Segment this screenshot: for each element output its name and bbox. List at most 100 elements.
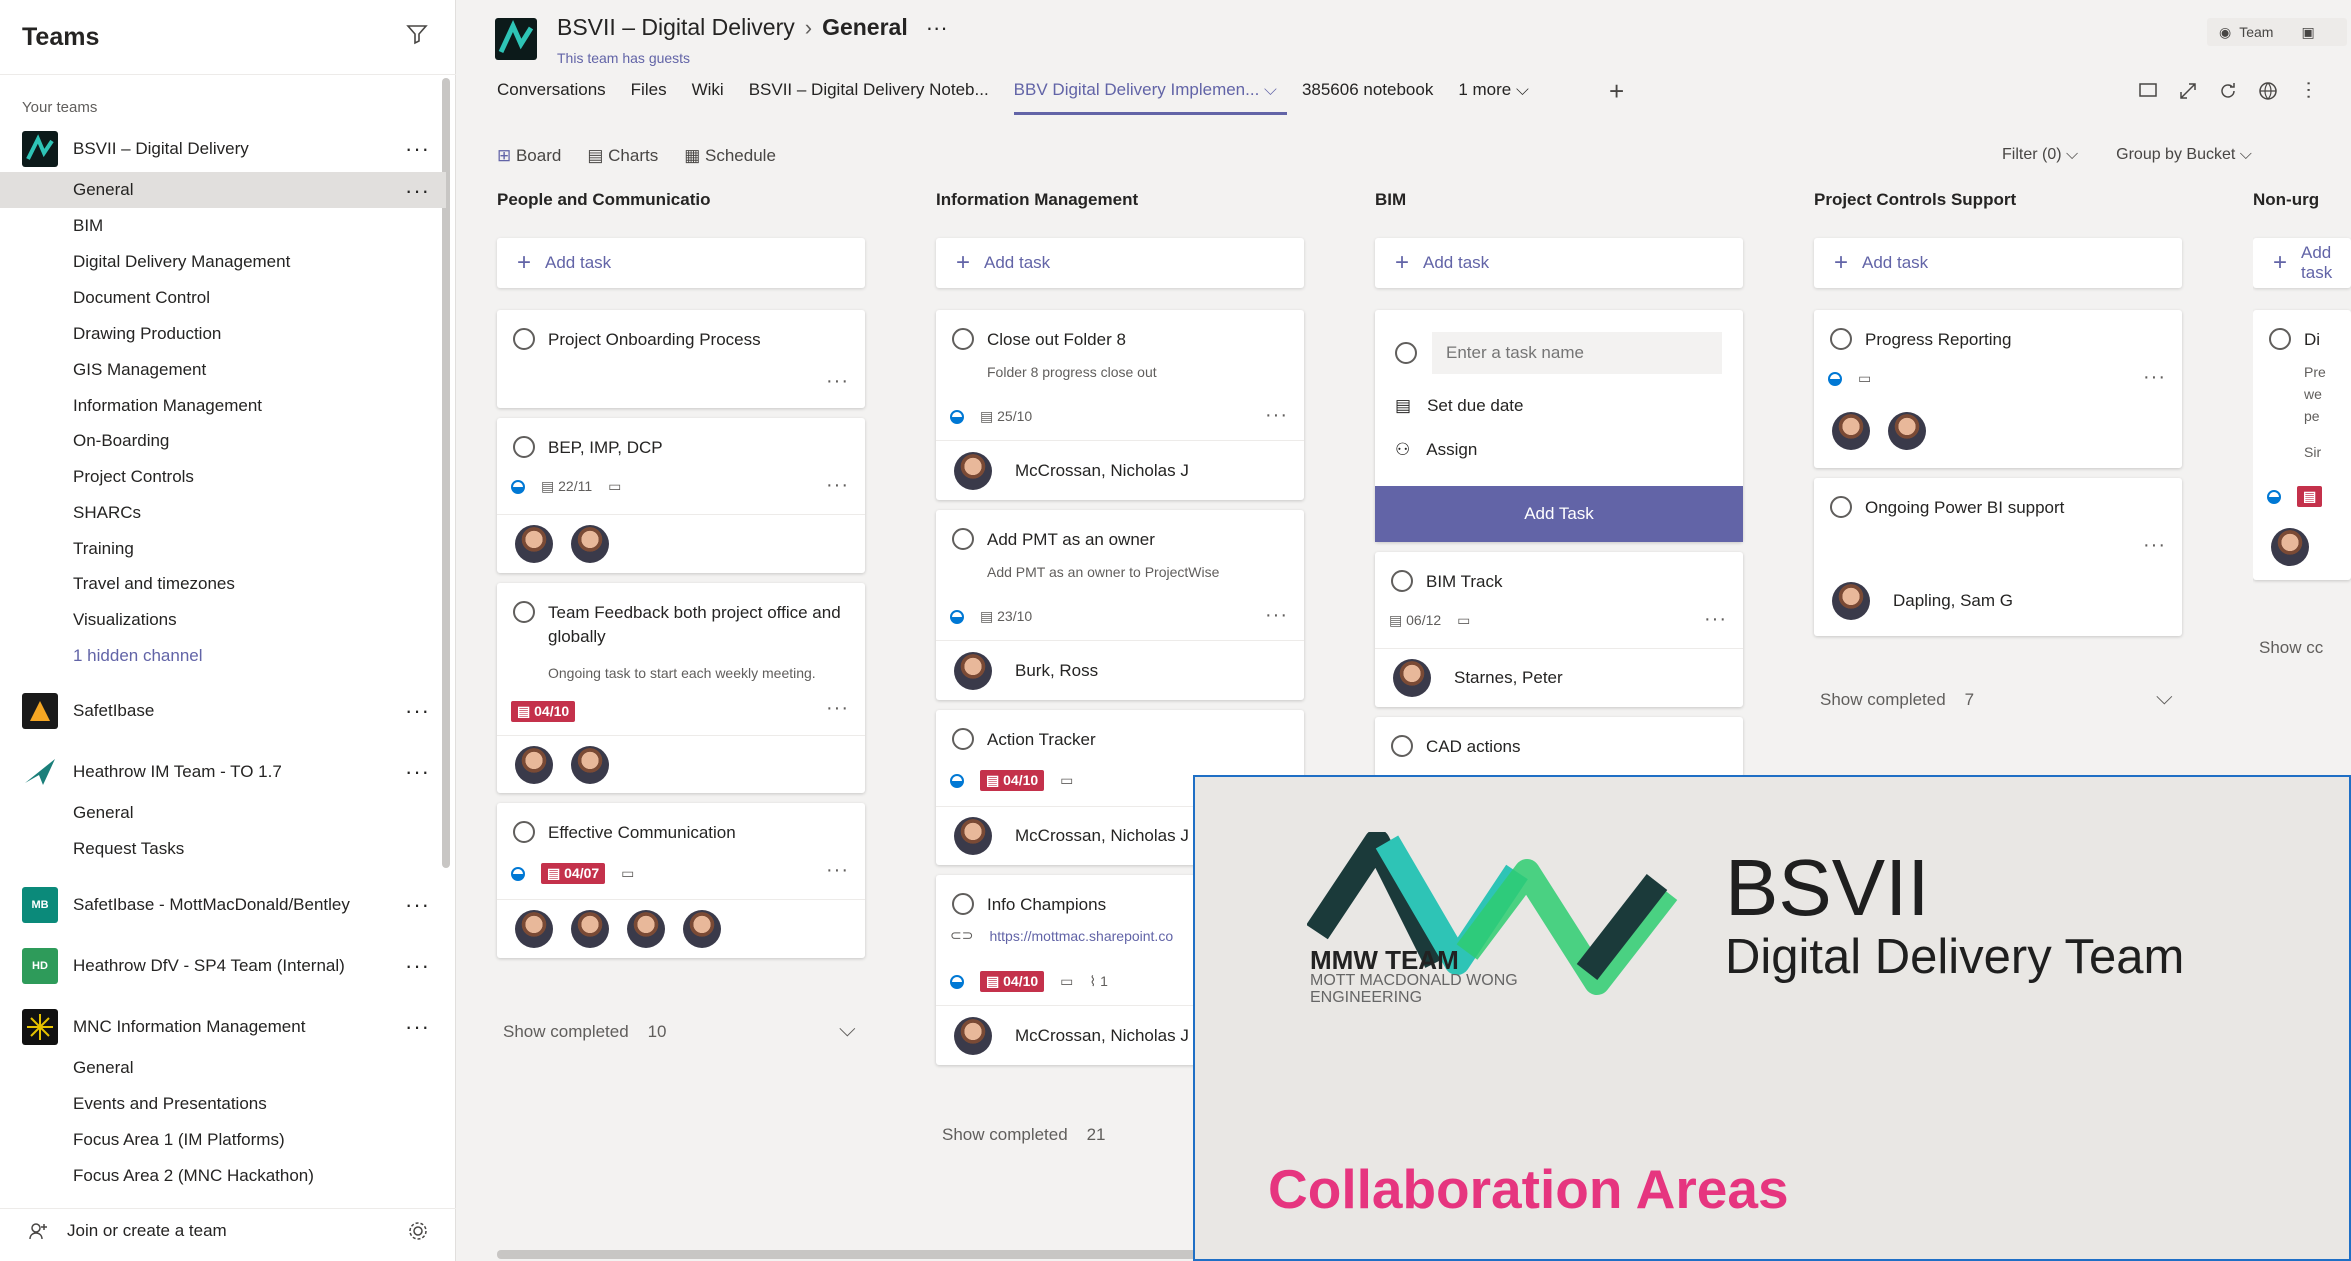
channel-general[interactable]: General xyxy=(73,803,133,823)
team-heathrow-im[interactable]: Heathrow IM Team - TO 1.7 ··· xyxy=(0,753,446,791)
channel-general[interactable]: General xyxy=(73,180,133,200)
join-team-bar[interactable]: Join or create a team xyxy=(0,1208,456,1252)
more-options-icon[interactable]: ··· xyxy=(405,700,430,722)
tab-385606-notebook[interactable]: 385606 notebook xyxy=(1302,80,1433,110)
tab-notebook[interactable]: BSVII – Digital Delivery Noteb... xyxy=(749,80,989,110)
more-options-icon[interactable]: ··· xyxy=(405,894,430,916)
complete-checkbox[interactable] xyxy=(1391,735,1413,757)
more-options-icon[interactable]: ··· xyxy=(926,15,948,41)
filter-icon[interactable] xyxy=(405,22,429,46)
card-more-icon[interactable]: ··· xyxy=(1265,604,1288,627)
add-task-button[interactable]: + Add task xyxy=(2253,238,2351,288)
team-mnc[interactable]: MNC Information Management ··· xyxy=(0,1008,446,1046)
complete-checkbox[interactable] xyxy=(952,893,974,915)
task-card[interactable]: CAD actions xyxy=(1375,717,1743,777)
assign-button[interactable]: ⚇ Assign xyxy=(1395,440,1477,460)
channel-focus-area-2[interactable]: Focus Area 2 (MNC Hackathon) xyxy=(73,1166,314,1186)
channel-project-controls[interactable]: Project Controls xyxy=(73,467,194,487)
tab-conversations[interactable]: Conversations xyxy=(497,80,606,110)
card-more-icon[interactable]: ··· xyxy=(1265,404,1288,427)
channel-gis-management[interactable]: GIS Management xyxy=(73,360,206,380)
view-charts[interactable]: ▤ Charts xyxy=(587,146,658,166)
complete-checkbox[interactable] xyxy=(952,328,974,350)
task-card[interactable]: Di Pre we pe Sir ▤ xyxy=(2253,310,2351,580)
chevron-down-icon[interactable]: ⌵ xyxy=(839,1016,856,1042)
view-schedule[interactable]: ▦ Schedule xyxy=(684,146,776,166)
task-card[interactable]: BEP, IMP, DCP ▤ 22/11 ▭ ··· xyxy=(497,418,865,573)
team-heathrow-dfv[interactable]: HD Heathrow DfV - SP4 Team (Internal) ··… xyxy=(0,947,446,985)
expand-icon[interactable] xyxy=(2177,80,2199,102)
breadcrumb-team[interactable]: BSVII – Digital Delivery xyxy=(557,14,795,41)
complete-checkbox[interactable] xyxy=(1830,328,1852,350)
complete-checkbox[interactable] xyxy=(513,328,535,350)
add-tab-icon[interactable]: + xyxy=(1609,76,1624,107)
channel-information-management[interactable]: Information Management xyxy=(73,396,262,416)
channel-training[interactable]: Training xyxy=(73,539,134,559)
team-bsvii[interactable]: BSVII – Digital Delivery ··· xyxy=(0,130,446,168)
channel-document-control[interactable]: Document Control xyxy=(73,288,210,308)
add-task-button[interactable]: + Add task xyxy=(936,238,1304,288)
channel-bim[interactable]: BIM xyxy=(73,216,103,236)
channel-drawing-production[interactable]: Drawing Production xyxy=(73,324,221,344)
complete-checkbox[interactable] xyxy=(1391,570,1413,592)
task-name-input[interactable] xyxy=(1432,332,1722,374)
task-card[interactable]: Progress Reporting ▭ ··· xyxy=(1814,310,2182,468)
globe-icon[interactable] xyxy=(2257,80,2279,102)
task-card[interactable]: BIM Track ▤ 06/12 ▭ ··· Starnes, Peter xyxy=(1375,552,1743,707)
task-card[interactable]: Effective Communication ▤ 04/07 ▭ ··· xyxy=(497,803,865,958)
complete-checkbox[interactable] xyxy=(513,821,535,843)
group-by-button[interactable]: Group by Bucket ⌵ xyxy=(2116,146,2252,164)
more-options-icon[interactable]: ··· xyxy=(405,138,430,160)
card-more-icon[interactable]: ··· xyxy=(826,859,849,882)
complete-checkbox[interactable] xyxy=(952,528,974,550)
link-url[interactable]: https://mottmac.sharepoint.co xyxy=(989,928,1173,944)
add-task-button[interactable]: + Add task xyxy=(1375,238,1743,288)
horizontal-scrollbar[interactable] xyxy=(497,1250,1197,1259)
tab-files[interactable]: Files xyxy=(631,80,667,110)
filter-button[interactable]: Filter (0) ⌵ xyxy=(2002,146,2078,164)
more-options-icon[interactable]: ··· xyxy=(405,761,430,783)
channel-events[interactable]: Events and Presentations xyxy=(73,1094,267,1114)
channel-request-tasks[interactable]: Request Tasks xyxy=(73,839,184,859)
team-safetibase-mm[interactable]: MB SafetIbase - MottMacDonald/Bentley ··… xyxy=(0,886,446,924)
more-options-icon[interactable]: ··· xyxy=(2297,80,2320,102)
card-more-icon[interactable]: ··· xyxy=(2143,366,2166,389)
chat-icon[interactable] xyxy=(2137,80,2159,102)
channel-general[interactable]: General xyxy=(73,1058,133,1078)
card-more-icon[interactable]: ··· xyxy=(1704,608,1727,631)
task-card[interactable]: Close out Folder 8 Folder 8 progress clo… xyxy=(936,310,1304,500)
card-more-icon[interactable]: ··· xyxy=(826,474,849,497)
hidden-channel-link[interactable]: 1 hidden channel xyxy=(73,646,203,666)
task-card[interactable]: Project Onboarding Process ··· xyxy=(497,310,865,408)
show-completed[interactable]: Show completed 10 xyxy=(503,1022,667,1042)
more-options-icon[interactable]: ··· xyxy=(405,955,430,977)
add-task-button[interactable]: + Add task xyxy=(497,238,865,288)
complete-checkbox[interactable] xyxy=(513,601,535,623)
channel-more-icon[interactable]: ··· xyxy=(405,180,430,202)
channel-digital-delivery-management[interactable]: Digital Delivery Management xyxy=(73,252,290,272)
complete-checkbox[interactable] xyxy=(1830,496,1852,518)
team-safetibase[interactable]: SafetIbase ··· xyxy=(0,692,446,730)
complete-checkbox[interactable] xyxy=(2269,328,2291,350)
more-options-icon[interactable]: ··· xyxy=(405,1016,430,1038)
show-completed[interactable]: Show completed 7 xyxy=(1820,690,1974,710)
card-more-icon[interactable]: ··· xyxy=(2143,534,2166,557)
show-completed[interactable]: Show cc xyxy=(2259,638,2323,658)
tab-bbv-planner[interactable]: BBV Digital Delivery Implemen... ⌵ xyxy=(1013,80,1288,115)
complete-checkbox[interactable] xyxy=(952,728,974,750)
task-card[interactable]: Add PMT as an owner Add PMT as an owner … xyxy=(936,510,1304,700)
team-button[interactable]: ◉ Team ▣ xyxy=(2207,18,2347,46)
task-card[interactable]: Ongoing Power BI support ··· Dapling, Sa… xyxy=(1814,478,2182,636)
card-more-icon[interactable]: ··· xyxy=(826,697,849,720)
add-task-submit[interactable]: Add Task xyxy=(1375,486,1743,542)
refresh-icon[interactable] xyxy=(2217,80,2239,102)
view-board[interactable]: ⊞ Board xyxy=(497,146,561,166)
show-completed[interactable]: Show completed 21 xyxy=(942,1125,1106,1145)
gear-icon[interactable] xyxy=(407,1220,429,1242)
card-more-icon[interactable]: ··· xyxy=(826,370,849,393)
channel-on-boarding[interactable]: On-Boarding xyxy=(73,431,169,451)
complete-checkbox[interactable] xyxy=(513,436,535,458)
channel-focus-area-1[interactable]: Focus Area 1 (IM Platforms) xyxy=(73,1130,285,1150)
channel-travel[interactable]: Travel and timezones xyxy=(73,574,235,594)
tab-wiki[interactable]: Wiki xyxy=(692,80,724,110)
